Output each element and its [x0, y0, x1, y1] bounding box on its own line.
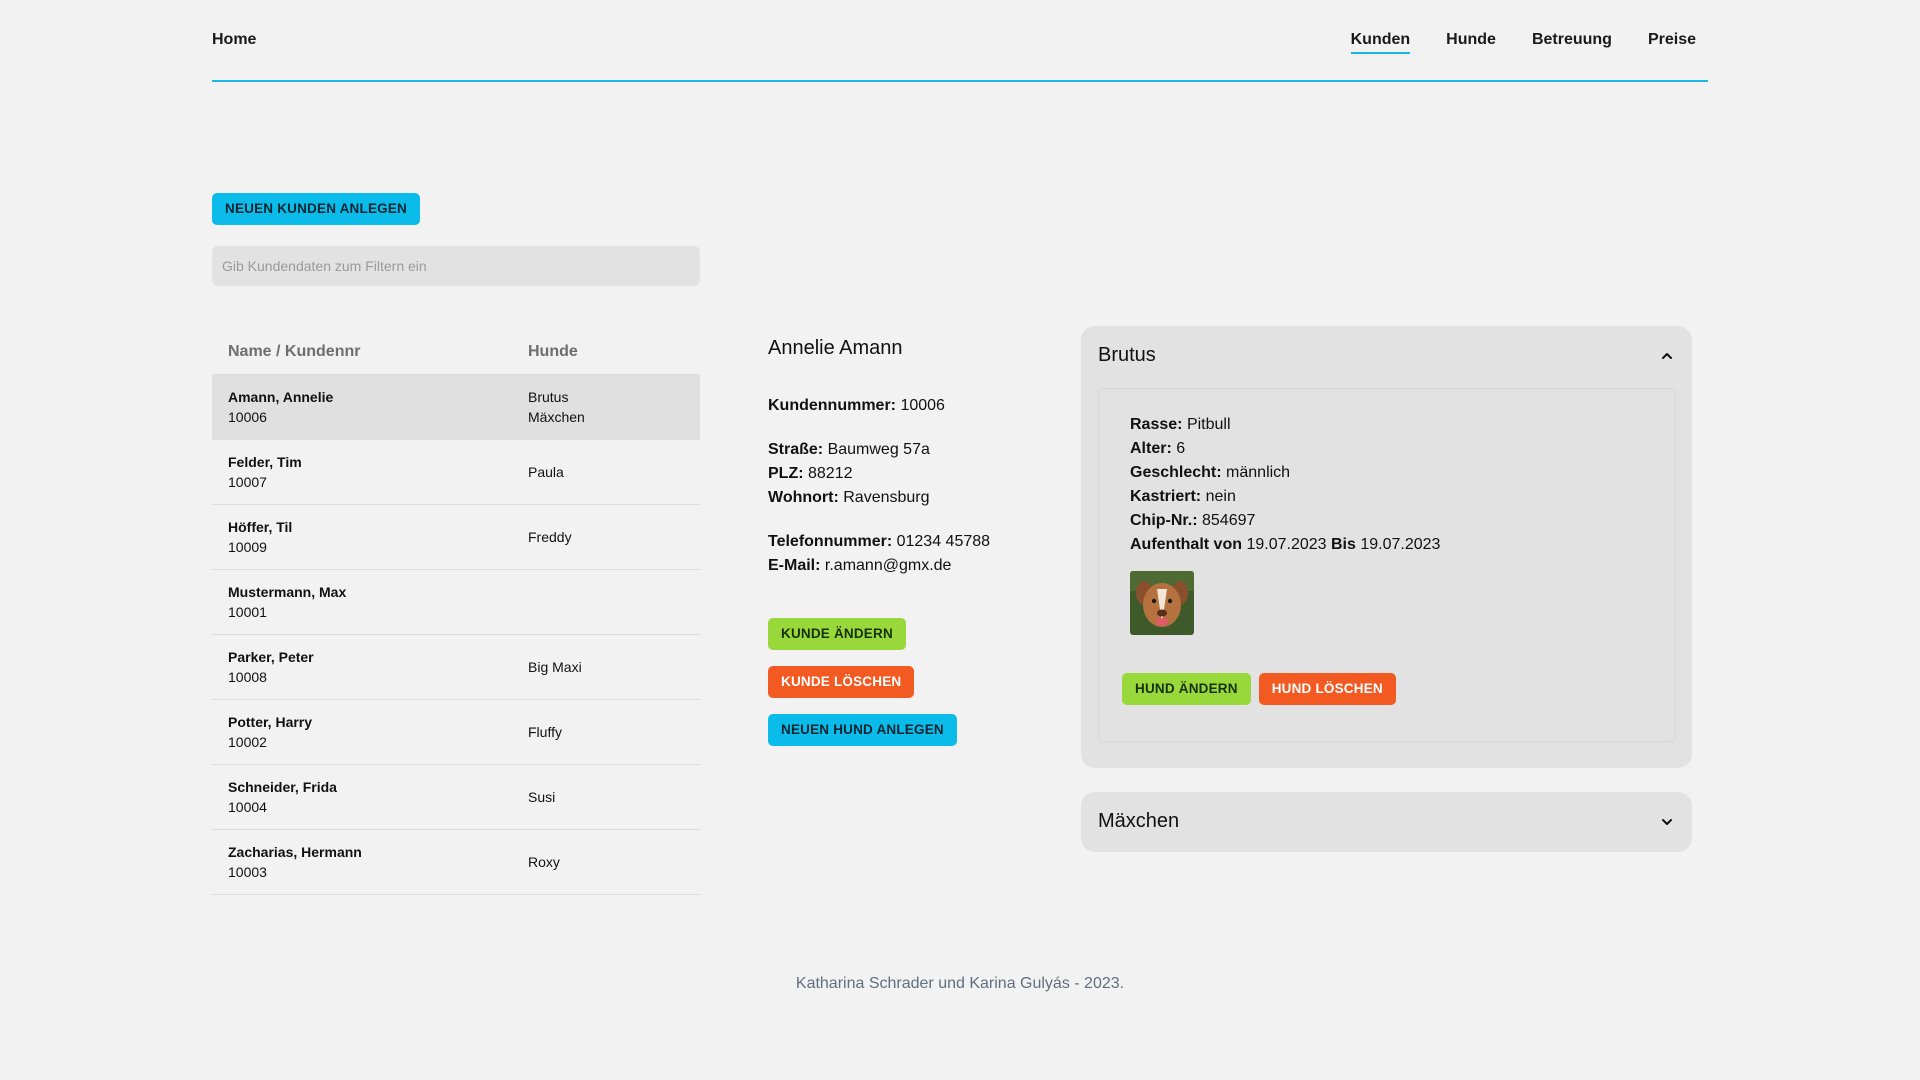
customer-name: Mustermann, Max	[228, 584, 347, 600]
dog-details: Rasse: Pitbull Alter: 6 Geschlecht: männ…	[1130, 413, 1440, 557]
customer-detail-name: Annelie Amann	[768, 337, 903, 359]
main-nav: Kunden Hunde Betreuung Preise	[1350, 31, 1696, 54]
nav-preise[interactable]: Preise	[1648, 31, 1696, 54]
dog-name: Brutus	[528, 389, 569, 405]
home-link[interactable]: Home	[212, 31, 256, 49]
dog-name: Susi	[528, 789, 556, 805]
footer-text: Katharina Schrader und Karina Gulyás - 2…	[795, 975, 1125, 992]
table-row[interactable]: Schneider, Frida 10004 Susi	[212, 765, 700, 830]
breed-field: Rasse: Pitbull	[1130, 416, 1231, 433]
customer-number: 10003	[228, 864, 267, 880]
dog-name: Big Maxi	[528, 659, 582, 675]
accordion-title[interactable]: Brutus	[1098, 344, 1156, 367]
new-dog-button[interactable]: NEUEN HUND ANLEGEN	[768, 714, 957, 746]
customer-table: Name / Kundennr Hunde Amann, Annelie 100…	[212, 330, 700, 895]
customer-name: Schneider, Frida	[228, 779, 337, 795]
dog-name: Roxy	[528, 854, 560, 870]
nav-hunde[interactable]: Hunde	[1446, 31, 1496, 54]
edit-dog-button[interactable]: HUND ÄNDERN	[1122, 673, 1251, 705]
edit-customer-button[interactable]: KUNDE ÄNDERN	[768, 618, 906, 650]
customer-number: 10007	[228, 474, 267, 490]
stay-field: Aufenthalt von 19.07.2023 Bis 19.07.2023	[1130, 536, 1441, 553]
dog-accordion-brutus: Brutus Rasse: Pitbull Alter: 6 Geschlech…	[1081, 326, 1692, 768]
dog-name: Fluffy	[528, 724, 562, 740]
table-row[interactable]: Parker, Peter 10008 Big Maxi	[212, 635, 700, 700]
delete-dog-button[interactable]: HUND LÖSCHEN	[1258, 673, 1396, 705]
top-navbar: Home Kunden Hunde Betreuung Preise	[212, 0, 1708, 82]
customer-filter-input[interactable]	[212, 246, 700, 286]
phone-field: Telefonnummer: 01234 45788	[768, 533, 991, 550]
nav-betreuung[interactable]: Betreuung	[1532, 31, 1612, 54]
table-row[interactable]: Mustermann, Max 10001	[212, 570, 700, 635]
dog-photo	[1130, 571, 1194, 635]
email-field: E-Mail: r.amann@gmx.de	[768, 557, 952, 574]
customer-name: Zacharias, Hermann	[228, 844, 362, 860]
chip-field: Chip-Nr.: 854697	[1130, 512, 1256, 529]
table-row[interactable]: Höffer, Til 10009 Freddy	[212, 505, 700, 570]
customer-name: Felder, Tim	[228, 454, 302, 470]
dog-name: Freddy	[528, 529, 572, 545]
customer-number: 10002	[228, 734, 267, 750]
new-customer-button[interactable]: NEUEN KUNDEN ANLEGEN	[212, 193, 421, 225]
customer-name: Parker, Peter	[228, 649, 314, 665]
age-field: Alter: 6	[1130, 440, 1186, 457]
zip-field: PLZ: 88212	[768, 465, 853, 482]
neutered-field: Kastriert: nein	[1130, 488, 1236, 505]
customer-name: Höffer, Til	[228, 519, 293, 535]
customer-number: 10001	[228, 604, 267, 620]
table-row[interactable]: Potter, Harry 10002 Fluffy	[212, 700, 700, 765]
customer-name: Amann, Annelie	[228, 389, 334, 405]
sex-field: Geschlecht: männlich	[1130, 464, 1291, 481]
dog-accordion-maexchen[interactable]: Mäxchen	[1081, 792, 1692, 852]
customer-number: 10008	[228, 669, 267, 685]
dog-name: Paula	[528, 464, 564, 480]
table-row[interactable]: Amann, Annelie 10006 Brutus Mäxchen	[212, 375, 700, 440]
city-field: Wohnort: Ravensburg	[768, 489, 930, 506]
accordion-title[interactable]: Mäxchen	[1098, 810, 1179, 833]
table-row[interactable]: Zacharias, Hermann 10003 Roxy	[212, 830, 700, 895]
dog-name: Mäxchen	[528, 409, 585, 425]
dog-actions: HUND ÄNDERN HUND LÖSCHEN	[1122, 673, 1396, 705]
table-header: Name / Kundennr Hunde	[212, 330, 700, 375]
customer-number-field: Kundennummer: 10006	[768, 397, 945, 414]
chevron-up-icon[interactable]	[1660, 349, 1674, 363]
customer-detail: Annelie Amann Kundennummer: 10006 Straße…	[768, 334, 1068, 746]
street-field: Straße: Baumweg 57a	[768, 441, 930, 458]
delete-customer-button[interactable]: KUNDE LÖSCHEN	[768, 666, 915, 698]
customer-number: 10006	[228, 409, 267, 425]
column-header-name: Name / Kundennr	[228, 343, 361, 360]
nav-kunden[interactable]: Kunden	[1350, 31, 1411, 54]
customer-number: 10009	[228, 539, 267, 555]
column-header-dogs: Hunde	[528, 343, 578, 360]
customer-name: Potter, Harry	[228, 714, 313, 730]
chevron-down-icon[interactable]	[1660, 815, 1674, 829]
table-row[interactable]: Felder, Tim 10007 Paula	[212, 440, 700, 505]
accordion-body: Rasse: Pitbull Alter: 6 Geschlecht: männ…	[1098, 388, 1676, 742]
customer-number: 10004	[228, 799, 267, 815]
